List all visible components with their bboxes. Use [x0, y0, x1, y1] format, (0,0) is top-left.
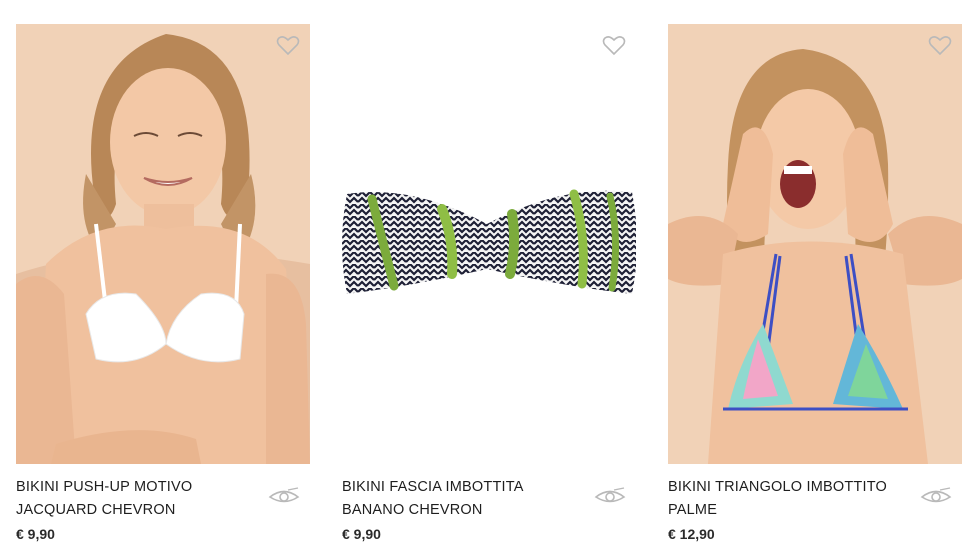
heart-icon[interactable] — [276, 34, 300, 56]
product-info: BIKINI TRIANGOLO IMBOTTITO PALME € 12,90 — [668, 476, 962, 542]
product-title[interactable]: BIKINI FASCIA IMBOTTITA BANANO CHEVRON — [342, 476, 572, 522]
product-card[interactable]: BIKINI PUSH-UP MOTIVO JACQUARD CHEVRON €… — [16, 24, 310, 542]
product-image[interactable] — [668, 24, 962, 464]
product-price: € 9,90 — [342, 526, 381, 542]
product-price: € 9,90 — [16, 526, 55, 542]
product-image[interactable] — [16, 24, 310, 464]
eye-icon[interactable] — [594, 486, 626, 506]
product-image[interactable] — [342, 24, 636, 464]
product-price: € 12,90 — [668, 526, 715, 542]
product-card[interactable]: BIKINI FASCIA IMBOTTITA BANANO CHEVRON €… — [342, 24, 636, 542]
heart-icon[interactable] — [602, 34, 626, 56]
product-card[interactable]: BIKINI TRIANGOLO IMBOTTITO PALME € 12,90 — [668, 24, 962, 542]
product-title[interactable]: BIKINI TRIANGOLO IMBOTTITO PALME — [668, 476, 898, 522]
eye-icon[interactable] — [920, 486, 952, 506]
product-info: BIKINI FASCIA IMBOTTITA BANANO CHEVRON €… — [342, 476, 636, 542]
product-info: BIKINI PUSH-UP MOTIVO JACQUARD CHEVRON €… — [16, 476, 310, 542]
model-photo-triangle-bikini — [668, 24, 962, 464]
eye-icon[interactable] — [268, 486, 300, 506]
product-title[interactable]: BIKINI PUSH-UP MOTIVO JACQUARD CHEVRON — [16, 476, 246, 522]
bandeau-bikini-photo — [342, 189, 636, 294]
heart-icon[interactable] — [928, 34, 952, 56]
model-photo-push-up-bikini — [16, 24, 310, 464]
